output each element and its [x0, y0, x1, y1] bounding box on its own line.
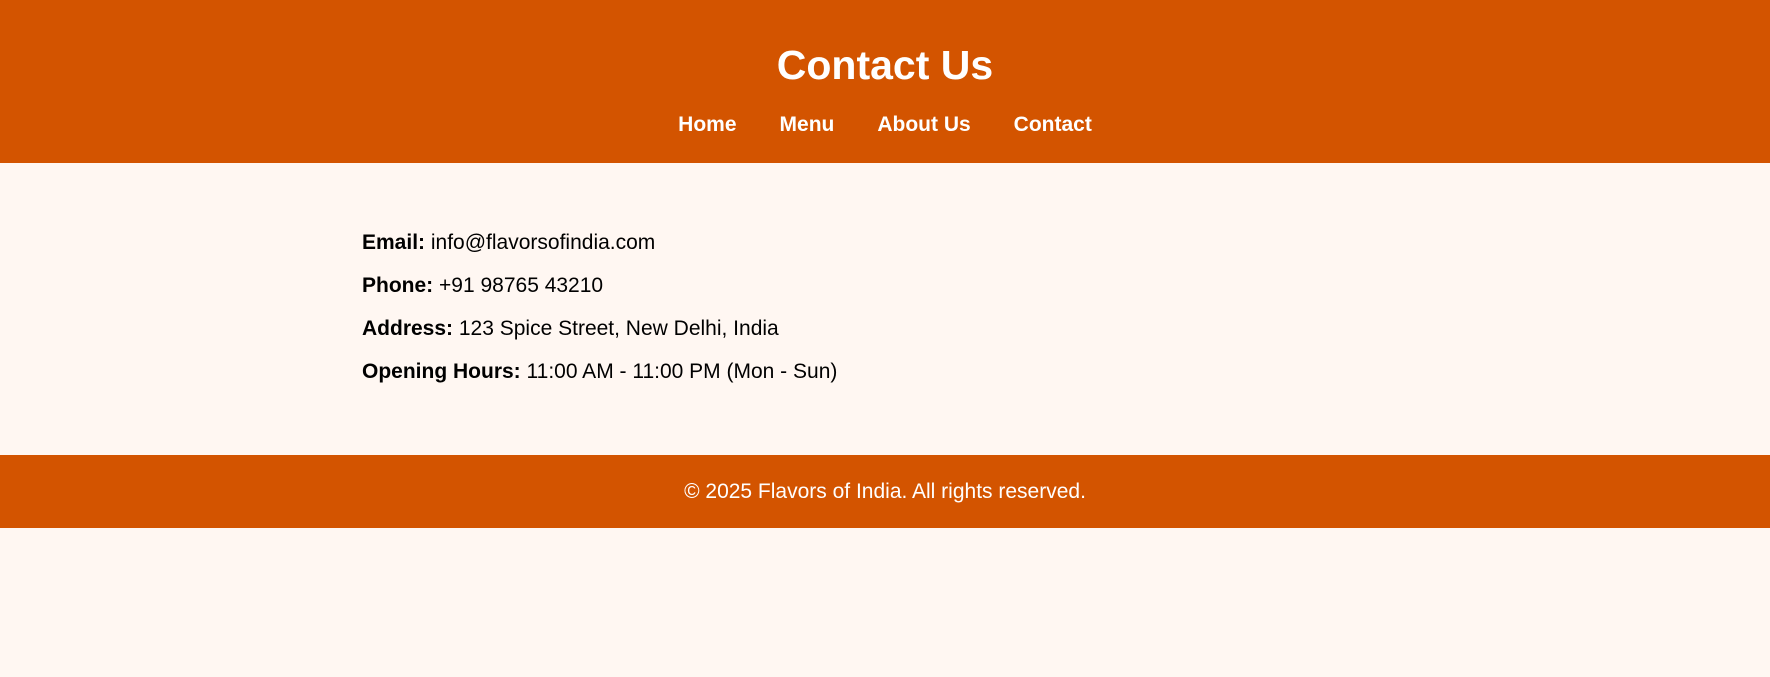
footer-copyright: © 2025 Flavors of India. All rights rese… [684, 480, 1086, 503]
contact-address-label: Address: [362, 317, 454, 340]
contact-address-line: Address: 123 Spice Street, New Delhi, In… [362, 317, 1770, 340]
contact-phone-label: Phone: [362, 274, 434, 297]
contact-hours-line: Opening Hours: 11:00 AM - 11:00 PM (Mon … [362, 360, 1770, 383]
site-footer: © 2025 Flavors of India. All rights rese… [0, 455, 1770, 528]
contact-phone-value: +91 98765 43210 [439, 274, 604, 297]
nav-link-about-us[interactable]: About Us [877, 112, 970, 138]
nav-link-contact[interactable]: Contact [1014, 112, 1092, 138]
contact-section: Email: info@flavorsofindia.com Phone: +9… [0, 163, 1770, 455]
contact-phone-line: Phone: +91 98765 43210 [362, 274, 1770, 297]
contact-hours-value: 11:00 AM - 11:00 PM (Mon - Sun) [526, 360, 838, 383]
contact-hours-label: Opening Hours: [362, 360, 521, 383]
contact-email-label: Email: [362, 231, 426, 254]
main-nav: Home Menu About Us Contact [0, 112, 1770, 138]
page-title: Contact Us [776, 42, 994, 88]
contact-address-value: 123 Spice Street, New Delhi, India [458, 317, 779, 340]
nav-link-home[interactable]: Home [678, 112, 736, 138]
site-header: Contact Us Home Menu About Us Contact [0, 0, 1770, 163]
contact-email-line: Email: info@flavorsofindia.com [362, 231, 1770, 254]
contact-email-value: info@flavorsofindia.com [430, 231, 656, 254]
nav-link-menu[interactable]: Menu [780, 112, 835, 138]
